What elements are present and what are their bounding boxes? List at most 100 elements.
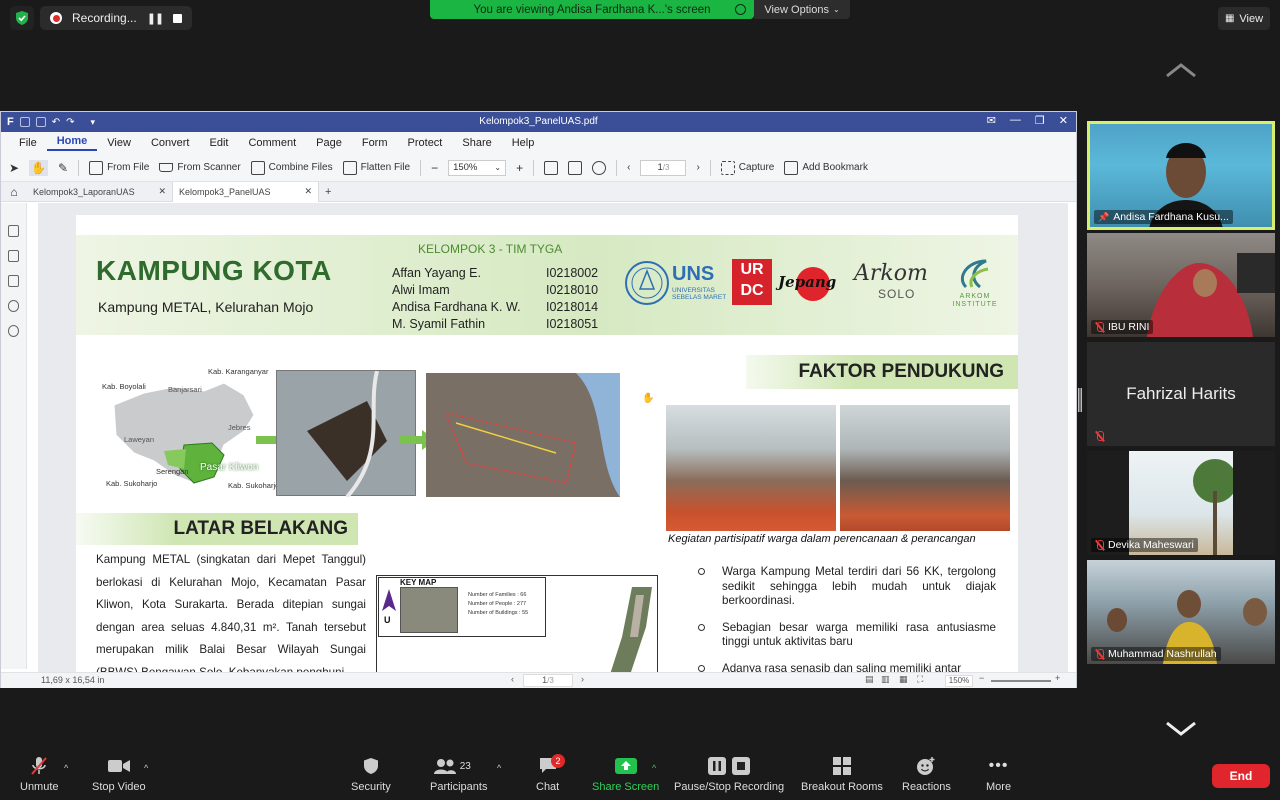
menu-home[interactable]: Home xyxy=(46,135,98,151)
restore-icon[interactable]: ❐ xyxy=(1035,114,1045,127)
pause-stop-recording-button[interactable]: Pause/Stop Recording xyxy=(674,756,784,793)
new-tab-icon[interactable]: + xyxy=(325,186,331,198)
menu-bar: File Home View Convert Edit Comment Page… xyxy=(1,132,1076,154)
tab-close-icon[interactable]: ✕ xyxy=(158,186,166,197)
hand-tool-icon[interactable]: ✋ xyxy=(29,159,49,176)
map-label-laweyan: Laweyan xyxy=(124,435,155,444)
scroll-up-chevron-icon[interactable] xyxy=(1165,62,1197,78)
participant-tile[interactable]: IBU RINI xyxy=(1087,233,1275,337)
zoom-slider[interactable] xyxy=(991,680,1051,682)
home-icon[interactable]: ⌂ xyxy=(1,185,27,199)
menu-page[interactable]: Page xyxy=(306,137,352,149)
menu-help[interactable]: Help xyxy=(502,137,545,149)
continuous-view-icon[interactable]: ▥ xyxy=(881,674,890,685)
minimize-icon[interactable]: — xyxy=(1010,114,1021,127)
security-button[interactable]: Security xyxy=(351,756,391,793)
map-label-karanganyar: Kab. Karanganyar xyxy=(208,367,269,376)
faktor-pendukung-heading: FAKTOR PENDUKUNG xyxy=(746,355,1018,389)
menu-file[interactable]: File xyxy=(9,137,47,149)
search-icon[interactable] xyxy=(8,325,19,337)
participant-tile[interactable]: Muhammad Nashrullah xyxy=(1087,560,1275,664)
breakout-rooms-icon xyxy=(831,756,853,776)
capture-button[interactable]: Capture xyxy=(720,160,774,175)
rotate-icon[interactable] xyxy=(592,160,607,175)
member-nim: I0218010 xyxy=(546,283,599,297)
menu-view[interactable]: View xyxy=(97,137,141,149)
scroll-down-chevron-icon[interactable] xyxy=(1165,720,1197,736)
from-scanner-button[interactable]: From Scanner xyxy=(159,162,241,173)
mic-muted-icon xyxy=(1095,648,1104,660)
left-sidebar-rail xyxy=(1,203,27,669)
status-next-page-icon[interactable]: › xyxy=(581,674,584,684)
status-page-indicator[interactable]: 1/3 xyxy=(523,674,573,687)
close-icon[interactable]: ✕ xyxy=(1059,114,1068,127)
zoom-in-small-icon[interactable]: + xyxy=(1055,673,1060,683)
status-page-total: /3 xyxy=(547,676,554,685)
breakout-rooms-button[interactable]: Breakout Rooms xyxy=(801,756,883,793)
tab-close-icon[interactable]: ✕ xyxy=(304,186,312,197)
jepang-logo-text: Jepang xyxy=(778,273,837,291)
tab-panel-uas[interactable]: Kelompok3_PanelUAS ✕ xyxy=(173,181,319,202)
stop-recording-icon[interactable] xyxy=(173,13,183,23)
comments-icon[interactable] xyxy=(8,275,19,287)
two-page-view-icon[interactable]: ▦ xyxy=(899,674,908,685)
mail-icon[interactable]: ✉ xyxy=(987,114,996,127)
fullscreen-icon[interactable]: ⛶ xyxy=(917,674,923,685)
unmute-button[interactable]: Unmute xyxy=(20,756,59,793)
bookmarks-icon[interactable] xyxy=(8,250,19,262)
end-meeting-button[interactable]: End xyxy=(1212,764,1270,788)
view-button[interactable]: ▦ View xyxy=(1218,7,1270,30)
from-file-button[interactable]: From File xyxy=(89,160,149,175)
next-page-icon[interactable]: › xyxy=(696,162,699,173)
zoom-in-icon[interactable]: + xyxy=(516,161,523,175)
map-label-sukoharjo-right: Kab. Sukoharjo xyxy=(228,481,280,490)
unmute-label: Unmute xyxy=(20,781,59,793)
fit-page-icon[interactable] xyxy=(568,160,583,175)
zoom-out-icon[interactable]: − xyxy=(431,161,438,175)
zoom-out-small-icon[interactable]: − xyxy=(979,673,984,683)
map-label-banjarsari: Banjarsari xyxy=(168,385,202,394)
menu-comment[interactable]: Comment xyxy=(238,137,306,149)
satellite-map-image xyxy=(276,370,416,499)
arkom-solo-text: SOLO xyxy=(878,287,916,301)
menu-form[interactable]: Form xyxy=(352,137,398,149)
share-screen-button[interactable]: Share Screen xyxy=(592,756,659,793)
audio-options-caret-icon[interactable]: ^ xyxy=(64,763,68,773)
thumbnails-icon[interactable] xyxy=(8,225,19,237)
recording-pill[interactable]: Recording... ❚❚ xyxy=(40,6,193,30)
menu-protect[interactable]: Protect xyxy=(398,137,453,149)
attachment-icon[interactable] xyxy=(8,300,19,312)
participant-tile[interactable]: Fahrizal Harits xyxy=(1087,342,1275,446)
video-options-caret-icon[interactable]: ^ xyxy=(144,763,148,773)
menu-share[interactable]: Share xyxy=(452,137,501,149)
prev-page-icon[interactable]: ‹ xyxy=(627,162,630,173)
document-viewport[interactable]: KAMPUNG KOTA Kampung METAL, Kelurahan Mo… xyxy=(38,203,1068,673)
participant-tile[interactable]: Devika Maheswari xyxy=(1087,451,1275,555)
combine-files-button[interactable]: Combine Files xyxy=(250,160,333,175)
add-bookmark-button[interactable]: Add Bookmark xyxy=(784,160,868,175)
more-label: More xyxy=(986,781,1012,793)
participants-options-caret-icon[interactable]: ^ xyxy=(497,763,501,773)
participant-name-label: Muhammad Nashrullah xyxy=(1091,647,1221,661)
participants-label: Participants xyxy=(430,781,488,793)
reactions-button[interactable]: Reactions xyxy=(902,756,951,793)
flatten-file-button[interactable]: Flatten File xyxy=(342,160,410,175)
view-options-dropdown[interactable]: View Options ⌄ xyxy=(754,0,850,19)
fit-width-icon[interactable] xyxy=(544,160,559,175)
edit-tool-icon[interactable]: ✎ xyxy=(58,161,68,175)
pause-recording-icon[interactable]: ❚❚ xyxy=(147,12,164,25)
menu-edit[interactable]: Edit xyxy=(199,137,238,149)
participants-button[interactable]: 23 Participants xyxy=(430,756,487,793)
share-options-caret-icon[interactable]: ^ xyxy=(652,763,656,773)
zoom-select[interactable]: 150% ⌄ xyxy=(448,159,507,176)
single-page-view-icon[interactable]: ▤ xyxy=(865,674,874,685)
stop-video-button[interactable]: Stop Video xyxy=(92,756,146,793)
more-button[interactable]: ••• More xyxy=(986,756,1011,793)
participant-tile-active[interactable]: 📌 Andisa Fardhana Kusu... xyxy=(1087,121,1275,230)
menu-convert[interactable]: Convert xyxy=(141,137,200,149)
tab-laporan-uas[interactable]: Kelompok3_LaporanUAS ✕ xyxy=(27,181,173,202)
status-prev-page-icon[interactable]: ‹ xyxy=(511,674,514,684)
panel-resize-handle[interactable] xyxy=(1078,388,1082,412)
page-number-input[interactable]: 1/3 xyxy=(640,159,687,176)
select-tool-icon[interactable]: ➤ xyxy=(9,161,19,175)
